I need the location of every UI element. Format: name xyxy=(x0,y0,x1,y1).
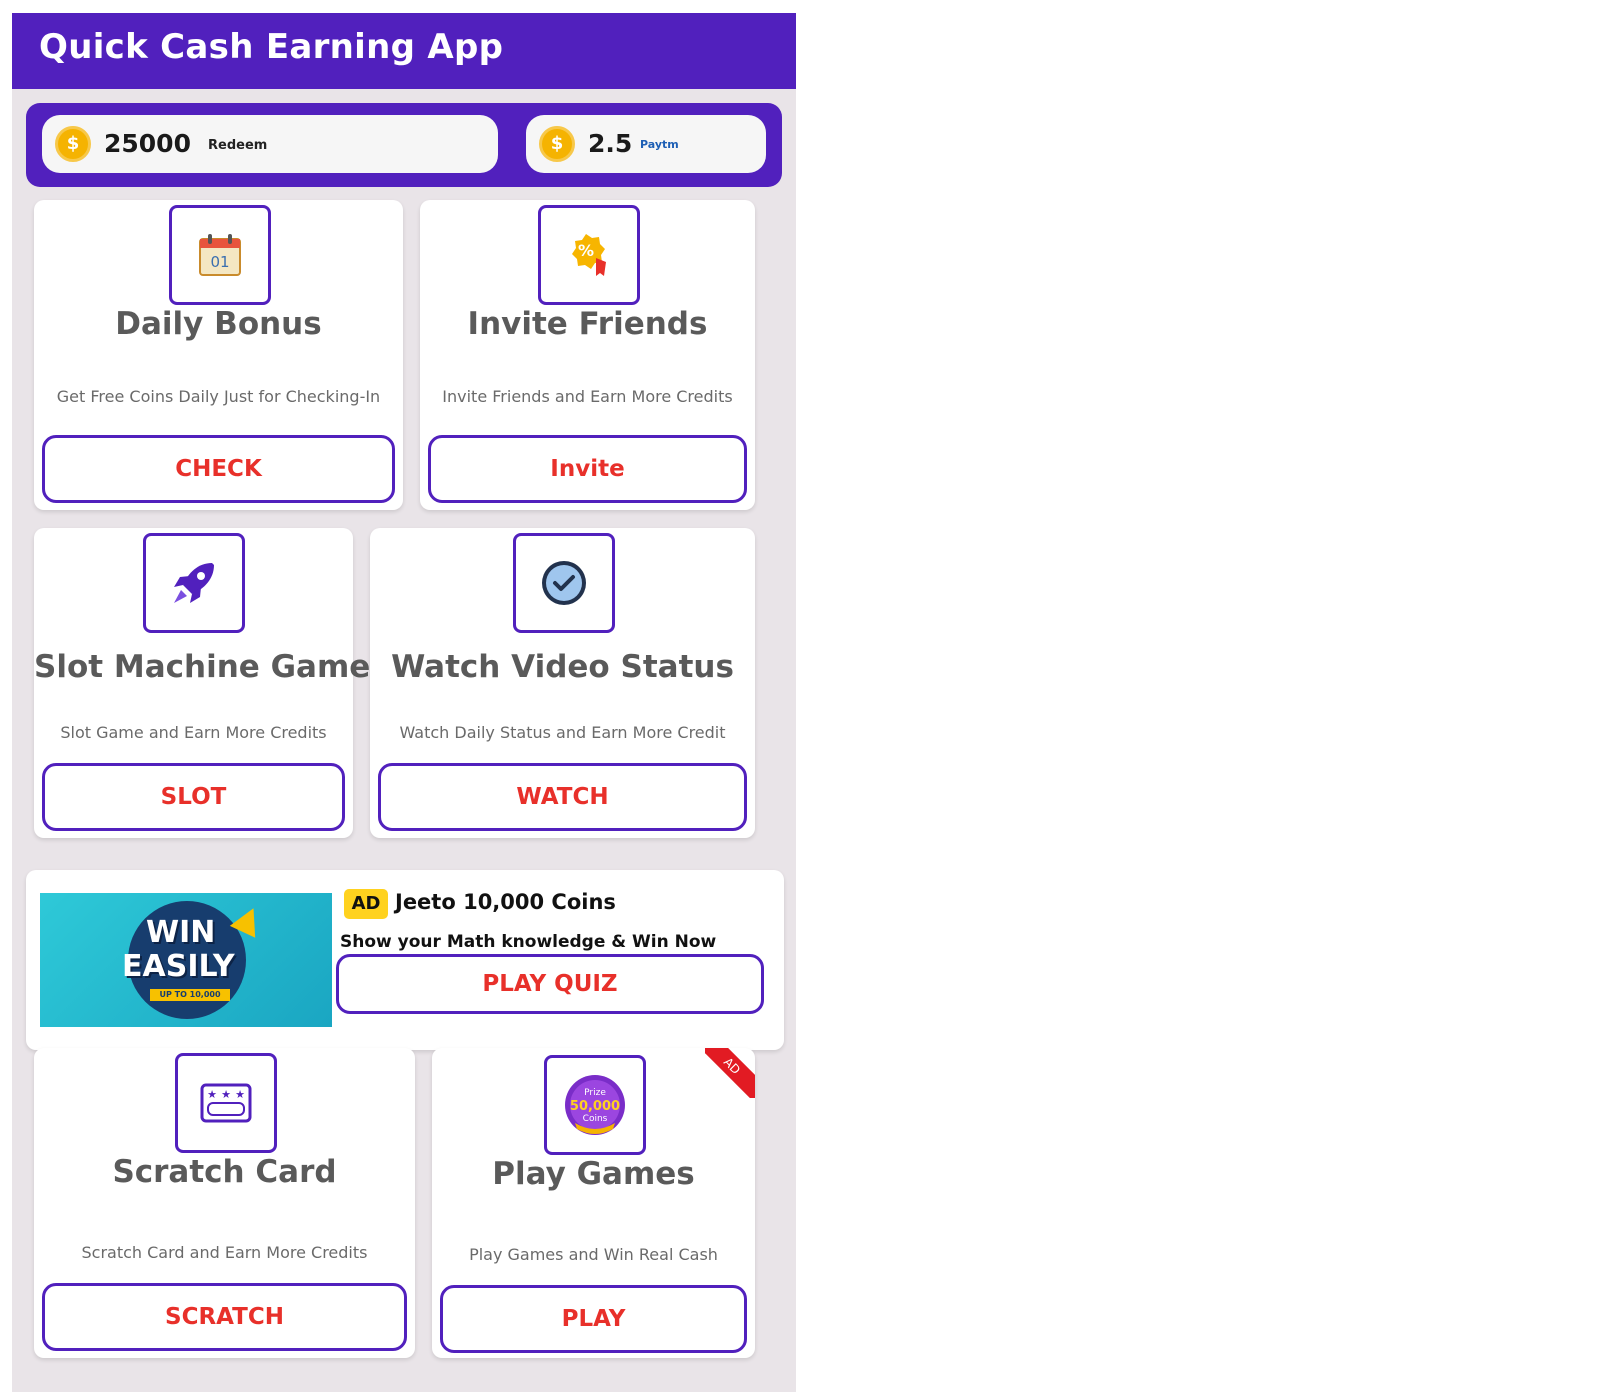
coin-icon: $ xyxy=(539,126,575,162)
svg-text:★: ★ xyxy=(221,1088,231,1101)
banner-strip: UP TO 10,000 xyxy=(150,989,230,1001)
ad-badge: AD xyxy=(344,889,388,919)
play-games-card: AD Prize 50,000 Coins Play Games Play Ga… xyxy=(432,1048,755,1358)
invite-button[interactable]: Invite xyxy=(428,435,747,503)
card-description: Watch Daily Status and Earn More Credit xyxy=(399,723,726,742)
prize-coins-icon: Prize 50,000 Coins xyxy=(544,1055,646,1155)
card-title: Invite Friends xyxy=(467,306,708,342)
card-title: Watch Video Status xyxy=(391,649,734,685)
svg-text:%: % xyxy=(578,241,594,260)
slot-machine-card: Slot Machine Game Slot Game and Earn Mor… xyxy=(34,528,371,838)
card-title: Slot Machine Game xyxy=(34,649,371,685)
calendar-day: 01 xyxy=(210,253,229,271)
discount-tag-icon: % xyxy=(538,205,640,305)
slot-button[interactable]: SLOT xyxy=(42,763,345,831)
cash-balance-pill[interactable]: $ 2.5 Paytm xyxy=(526,115,766,173)
ad-ribbon: AD xyxy=(705,1048,755,1098)
coin-icon: $ xyxy=(55,126,91,162)
prize-amount: 50,000 xyxy=(570,1099,620,1114)
app-bar: Quick Cash Earning App xyxy=(12,13,796,89)
ad-ribbon-label: AD xyxy=(705,1048,755,1098)
card-title: Daily Bonus xyxy=(115,306,322,342)
win-easily-banner[interactable]: WIN EASILY UP TO 10,000 xyxy=(40,893,332,1027)
card-description: Get Free Coins Daily Just for Checking-I… xyxy=(56,387,381,406)
ad-title: Jeeto 10,000 Coins xyxy=(395,890,616,914)
card-title: Play Games xyxy=(492,1156,695,1192)
rocket-icon xyxy=(143,533,245,633)
card-description: Scratch Card and Earn More Credits xyxy=(81,1243,368,1262)
svg-text:★: ★ xyxy=(207,1088,217,1101)
wallet-panel: $ 25000 Redeem $ 2.5 Paytm xyxy=(26,103,782,187)
watch-button[interactable]: WATCH xyxy=(378,763,747,831)
watch-video-card: Watch Video Status Watch Daily Status an… xyxy=(370,528,755,838)
verified-badge-icon xyxy=(513,533,615,633)
daily-bonus-card: 01 Daily Bonus Get Free Coins Daily Just… xyxy=(34,200,403,510)
prize-unit: Coins xyxy=(583,1114,608,1124)
play-button[interactable]: PLAY xyxy=(440,1285,747,1353)
invite-friends-card: % Invite Friends Invite Friends and Earn… xyxy=(420,200,755,510)
card-description: Slot Game and Earn More Credits xyxy=(60,723,327,742)
quiz-ad-card: WIN EASILY UP TO 10,000 AD Jeeto 10,000 … xyxy=(26,870,784,1050)
calendar-icon: 01 xyxy=(169,205,271,305)
scratch-button[interactable]: SCRATCH xyxy=(42,1283,407,1351)
check-button[interactable]: CHECK xyxy=(42,435,395,503)
coin-balance-pill[interactable]: $ 25000 Redeem xyxy=(42,115,498,173)
coin-balance: 25000 xyxy=(104,129,191,158)
svg-text:★: ★ xyxy=(235,1088,245,1101)
card-description: Play Games and Win Real Cash xyxy=(469,1245,718,1264)
paytm-logo: Paytm xyxy=(640,138,679,151)
redeem-link[interactable]: Redeem xyxy=(208,138,267,153)
card-description: Invite Friends and Earn More Credits xyxy=(442,387,733,406)
cash-balance: 2.5 xyxy=(588,129,633,158)
app-title: Quick Cash Earning App xyxy=(39,27,504,67)
ad-subtitle: Show your Math knowledge & Win Now xyxy=(340,932,717,952)
app-screen: Quick Cash Earning App $ 25000 Redeem $ … xyxy=(12,13,796,1392)
scratch-card-card: ★ ★ ★ Scratch Card Scratch Card and Earn… xyxy=(34,1048,415,1358)
banner-easily-text: EASILY xyxy=(122,949,235,984)
play-quiz-button[interactable]: PLAY QUIZ xyxy=(336,954,764,1014)
banner-win-text: WIN xyxy=(146,915,216,950)
prize-label: Prize xyxy=(584,1088,606,1098)
card-title: Scratch Card xyxy=(112,1154,337,1190)
scratch-card-icon: ★ ★ ★ xyxy=(175,1053,277,1153)
